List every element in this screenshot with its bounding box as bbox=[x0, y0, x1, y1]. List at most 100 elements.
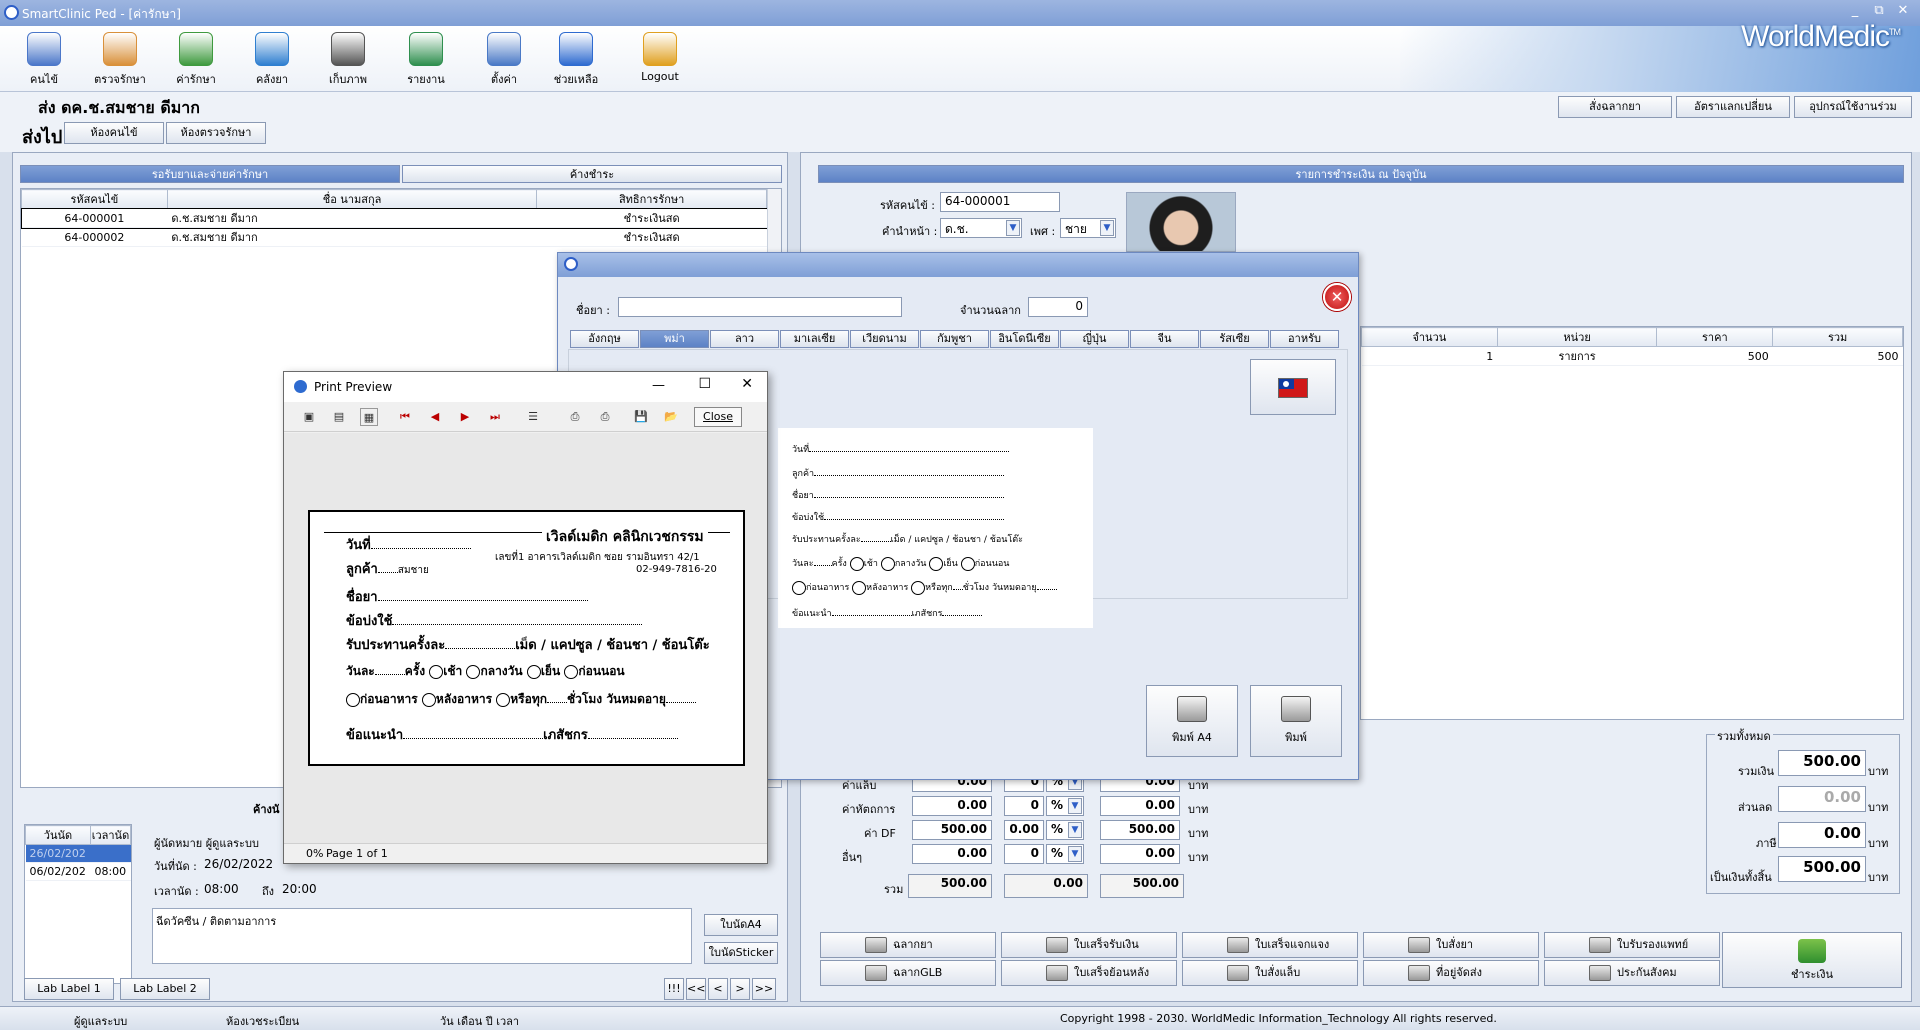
col-total[interactable]: รวม bbox=[1772, 327, 1903, 347]
table-row[interactable]: 1 รายการ 500 500 bbox=[1361, 346, 1903, 366]
one-page-icon[interactable]: ▣ bbox=[300, 408, 318, 426]
last-page-icon[interactable]: ⏭ bbox=[486, 408, 504, 426]
lang-tab[interactable]: อินโดนีเซีย bbox=[990, 330, 1059, 348]
action-row1-2-button[interactable]: ใบเสร็จแจกแจง bbox=[1182, 932, 1358, 958]
lang-tab[interactable]: พม่า bbox=[640, 330, 709, 348]
discount-field[interactable]: 0.00 bbox=[1778, 786, 1866, 812]
pp-minimize-button[interactable]: — bbox=[652, 378, 665, 393]
page-setup-icon[interactable]: ☰ bbox=[524, 408, 542, 426]
lang-tab[interactable]: เวียดนาม bbox=[850, 330, 919, 348]
col-coverage[interactable]: สิทธิการรักษา bbox=[536, 189, 767, 209]
toolbar-settings-button[interactable]: ตั้งค่า bbox=[468, 30, 540, 90]
lang-tab[interactable]: อังกฤษ bbox=[570, 330, 639, 348]
send-patient-room-button[interactable]: ห้องคนไข้ bbox=[64, 122, 164, 144]
action-row2-1-button[interactable]: ใบเสร็จย้อนหลัง bbox=[1001, 960, 1177, 986]
lang-tab[interactable]: ญี่ปุ่น bbox=[1060, 330, 1129, 348]
percent-select[interactable]: % ▼ bbox=[1046, 796, 1084, 816]
fit-width-icon[interactable]: ▦ bbox=[360, 408, 378, 426]
percent-select[interactable]: % ▼ bbox=[1046, 844, 1084, 864]
flag-button[interactable] bbox=[1250, 359, 1336, 415]
pay-button[interactable]: ชำระเงิน bbox=[1722, 932, 1902, 988]
action-row2-2-button[interactable]: ใบสั่งแล็บ bbox=[1182, 960, 1358, 986]
action-row1-0-button[interactable]: ฉลากยา bbox=[820, 932, 996, 958]
nav-first-button[interactable]: << bbox=[686, 978, 706, 1000]
next-page-icon[interactable]: ▶ bbox=[456, 408, 474, 426]
prev-page-icon[interactable]: ◀ bbox=[426, 408, 444, 426]
appointment-note-field[interactable]: ฉีดวัคซีน / ติดตามอาการ bbox=[152, 908, 692, 964]
calc-net-field[interactable]: 0.00 bbox=[1100, 796, 1180, 816]
lang-tab[interactable]: ลาว bbox=[710, 330, 779, 348]
calc-amount-field[interactable]: 0.00 bbox=[912, 844, 992, 864]
col-appt-time[interactable]: เวลานัด bbox=[89, 825, 132, 845]
pp-maximize-button[interactable]: ☐ bbox=[698, 376, 711, 392]
appointment-row[interactable]: 06/02/202 08:00 bbox=[25, 862, 131, 881]
calc-percent-field[interactable]: 0 bbox=[1004, 844, 1044, 864]
toolbar-help-button[interactable]: ช่วยเหลือ bbox=[540, 30, 612, 90]
print-icon[interactable]: ⎙ bbox=[596, 408, 614, 426]
drug-name-input[interactable] bbox=[618, 297, 902, 317]
first-page-icon[interactable]: ⏮ bbox=[396, 408, 414, 426]
exchange-rate-button[interactable]: อัตราแลกเปลี่ยน bbox=[1676, 96, 1790, 118]
table-row[interactable]: 64-000002 ด.ช.สมชาย ดีมาก ชำระเงินสด bbox=[21, 227, 767, 247]
toolbar-money-button[interactable]: ค่ารักษา bbox=[160, 30, 232, 90]
shared-devices-button[interactable]: อุปกรณ์ใช้งานร่วม bbox=[1794, 96, 1912, 118]
toolbar-camera-button[interactable]: เก็บภาพ bbox=[312, 30, 384, 90]
hn-field[interactable]: 64-000001 bbox=[940, 192, 1060, 212]
lang-tab[interactable]: อาหรับ bbox=[1270, 330, 1339, 348]
calc-amount-field[interactable]: 0.00 bbox=[912, 796, 992, 816]
label-qty-input[interactable]: 0 bbox=[1028, 297, 1088, 317]
action-row1-1-button[interactable]: ใบเสร็จรับเงิน bbox=[1001, 932, 1177, 958]
prefix-select[interactable]: ด.ช. ▼ bbox=[940, 218, 1022, 238]
send-exam-room-button[interactable]: ห้องตรวจรักษา bbox=[166, 122, 266, 144]
calc-percent-field[interactable]: 0 bbox=[1004, 796, 1044, 816]
col-appt-date[interactable]: วันนัด bbox=[25, 825, 91, 845]
toolbar-patient-button[interactable]: คนไข้ bbox=[8, 30, 80, 90]
action-row2-4-button[interactable]: ประกันสังคม bbox=[1544, 960, 1720, 986]
print-preview-close-button[interactable]: Close bbox=[694, 407, 742, 427]
nav-all-button[interactable]: !!! bbox=[664, 978, 684, 1000]
action-row1-4-button[interactable]: ใบรับรองแพทย์ bbox=[1544, 932, 1720, 958]
nav-prev-button[interactable]: < bbox=[708, 978, 728, 1000]
calc-net-field[interactable]: 500.00 bbox=[1100, 820, 1180, 840]
col-qty[interactable]: จำนวน bbox=[1361, 327, 1498, 347]
table-row[interactable]: 64-000001 ด.ช.สมชาย ดีมาก ชำระเงินสด bbox=[20, 207, 768, 229]
lang-tab[interactable]: มาเลเซีย bbox=[780, 330, 849, 348]
open-icon[interactable]: 📂 bbox=[662, 408, 680, 426]
tab-outstanding[interactable]: ค้างชำระ bbox=[402, 165, 782, 183]
print-a4-button[interactable]: พิมพ์ A4 bbox=[1146, 685, 1238, 757]
lang-tab[interactable]: กัมพูชา bbox=[920, 330, 989, 348]
toolbar-pill-button[interactable]: คลังยา bbox=[236, 30, 308, 90]
toolbar-doctor-button[interactable]: ตรวจรักษา bbox=[84, 30, 156, 90]
action-row2-0-button[interactable]: ฉลากGLB bbox=[820, 960, 996, 986]
appointment-sticker-button[interactable]: ใบนัดSticker bbox=[704, 942, 778, 964]
percent-select[interactable]: % ▼ bbox=[1046, 820, 1084, 840]
restore-button[interactable]: ⧉ bbox=[1868, 3, 1890, 21]
calc-percent-field[interactable]: 0.00 bbox=[1004, 820, 1044, 840]
close-button[interactable]: ✕ bbox=[1892, 3, 1914, 21]
col-unit[interactable]: หน่วย bbox=[1496, 327, 1658, 347]
col-price[interactable]: ราคา bbox=[1656, 327, 1774, 347]
pp-close-button[interactable]: ✕ bbox=[741, 376, 753, 392]
calc-amount-field[interactable]: 500.00 bbox=[912, 820, 992, 840]
lab-label-2-button[interactable]: Lab Label 2 bbox=[120, 978, 210, 1000]
sex-select[interactable]: ชาย ▼ bbox=[1060, 218, 1116, 238]
nav-next-button[interactable]: > bbox=[730, 978, 750, 1000]
appointment-a4-button[interactable]: ใบนัดA4 bbox=[704, 914, 778, 936]
dialog-close-icon[interactable]: ✕ bbox=[1323, 283, 1351, 311]
print-button[interactable]: พิมพ์ bbox=[1250, 685, 1342, 757]
calc-net-field[interactable]: 0.00 bbox=[1100, 844, 1180, 864]
save-icon[interactable]: 💾 bbox=[632, 408, 650, 426]
lang-tab[interactable]: รัสเซีย bbox=[1200, 330, 1269, 348]
tax-field[interactable]: 0.00 bbox=[1778, 822, 1866, 848]
tab-waiting-payment[interactable]: รอรับยาและจ่ายค่ารักษา bbox=[20, 165, 400, 183]
toolbar-report-button[interactable]: รายงาน bbox=[390, 30, 462, 90]
col-hn[interactable]: รหัสคนไข้ bbox=[21, 189, 168, 209]
nav-last-button[interactable]: >> bbox=[752, 978, 776, 1000]
drug-label-order-button[interactable]: สั่งฉลากยา bbox=[1558, 96, 1672, 118]
lang-tab[interactable]: จีน bbox=[1130, 330, 1199, 348]
minimize-button[interactable]: _ bbox=[1844, 3, 1866, 21]
col-name[interactable]: ชื่อ นามสกุล bbox=[166, 189, 538, 209]
two-page-icon[interactable]: ▤ bbox=[330, 408, 348, 426]
toolbar-lock-button[interactable]: Logout bbox=[624, 30, 696, 90]
action-row1-3-button[interactable]: ใบสั่งยา bbox=[1363, 932, 1539, 958]
